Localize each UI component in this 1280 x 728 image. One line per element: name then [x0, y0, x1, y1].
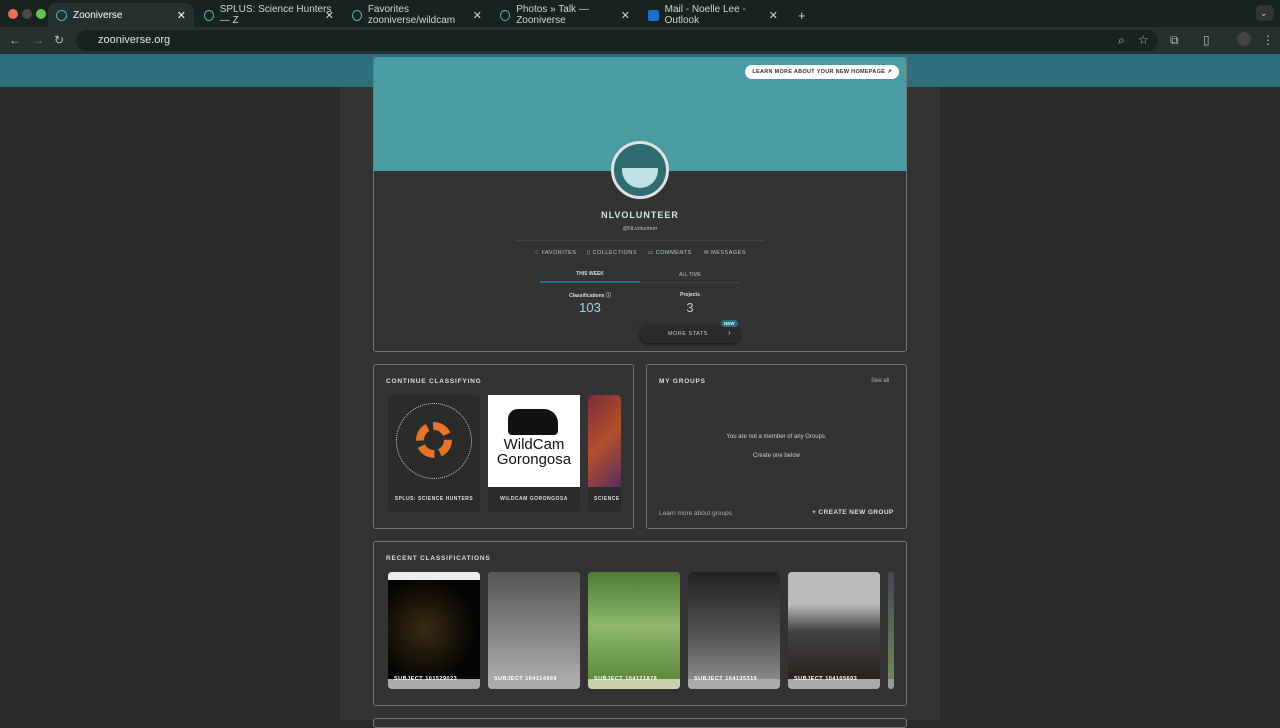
learn-more-homepage-button[interactable]: LEARN MORE ABOUT YOUR NEW HOMEPAGE ↗ [745, 65, 899, 79]
tab-title: Photos » Talk — Zooniverse [516, 4, 589, 26]
projects-label: Projects [680, 292, 700, 298]
more-stats-button[interactable]: MORE STATS › [640, 325, 740, 343]
zooniverse-icon [352, 9, 362, 21]
subject-card[interactable]: SUBJECT 104105603 [788, 572, 880, 689]
close-icon[interactable]: ✕ [177, 9, 186, 22]
profile-avatar[interactable] [1237, 32, 1251, 46]
outlook-icon [648, 9, 659, 21]
comment-icon: ▭ [648, 250, 656, 256]
subject-card[interactable] [888, 572, 894, 689]
groups-create-hint: Create one below [752, 453, 801, 459]
subject-card[interactable]: SUBJECT 101529023 [388, 572, 480, 689]
my-groups-card [646, 364, 907, 529]
classifications-value: 103 [579, 300, 601, 315]
tab-this-week[interactable]: THIS WEEK [540, 271, 640, 277]
subject-card[interactable]: SUBJECT 104135319 [688, 572, 780, 689]
more-stats-label: MORE STATS [668, 331, 708, 337]
menu-icon[interactable]: ⋮ [1262, 33, 1274, 47]
zoom-icon[interactable]: ⌕ [1118, 33, 1125, 48]
splus-logo [388, 395, 480, 487]
tab-title: SPLUS: Science Hunters — Z [219, 4, 332, 26]
wildcam-logo: WildCam Gorongosa [488, 395, 580, 487]
tab-mail[interactable]: Mail - Noelle Lee - Outlook ✕ [640, 3, 786, 27]
address-bar-row: ← → ↻ zooniverse.org ⌕ ☆ ⧉ ▯ ⋮ [0, 27, 1280, 54]
groups-empty-text: You are not a member of any Groups. [726, 434, 827, 440]
subject-card[interactable]: SUBJECT 104121878 [588, 572, 680, 689]
username: @NLvolunteer [622, 226, 658, 232]
close-icon[interactable]: ✕ [621, 9, 630, 22]
new-tab-button[interactable]: + [790, 3, 814, 27]
project-card-science[interactable]: SCIENCE S [588, 395, 621, 512]
tab-title: Zooniverse [73, 9, 123, 21]
tab-menu-chevron-icon[interactable]: ⌄ [1256, 5, 1274, 21]
zooniverse-icon [56, 9, 67, 21]
comments-link[interactable]: ▭ COMMENTS [648, 250, 692, 256]
project-name: SPLUS: SCIENCE HUNTERS [394, 496, 474, 502]
active-tab-indicator [540, 281, 640, 283]
tab-title: Favorites zooniverse/wildcam [367, 4, 456, 26]
avatar [611, 141, 669, 199]
subject-card[interactable]: SUBJECT 104114909 [488, 572, 580, 689]
side-panel-icon[interactable]: ▯ [1203, 33, 1210, 47]
link-label: MESSAGES [711, 250, 747, 256]
display-name: NLVOLUNTEER [601, 210, 679, 220]
url-bar[interactable]: zooniverse.org [76, 30, 1158, 51]
lion-icon [508, 409, 558, 435]
link-label: COMMENTS [655, 250, 692, 256]
close-icon[interactable]: ✕ [769, 9, 778, 22]
extensions-icon[interactable]: ⧉ [1170, 33, 1179, 48]
tab-zooniverse[interactable]: Zooniverse ✕ [48, 3, 194, 27]
link-label: COLLECTIONS [592, 250, 637, 256]
project-image [588, 395, 621, 487]
close-icon[interactable]: ✕ [325, 9, 334, 22]
zooniverse-icon [500, 9, 511, 21]
groups-title: MY GROUPS [659, 378, 706, 385]
recent-title: RECENT CLASSIFICATIONS [386, 555, 491, 562]
reload-icon[interactable]: ↻ [54, 33, 64, 47]
projects-value: 3 [686, 300, 694, 315]
messages-link[interactable]: ✉ MESSAGES [704, 250, 746, 256]
project-card-wildcam[interactable]: WildCam Gorongosa WILDCAM GORONGOSA [488, 395, 580, 512]
classifications-label: Classifications ⓘ [569, 293, 611, 299]
collections-link[interactable]: ▯ COLLECTIONS [587, 250, 637, 256]
chevron-right-icon: › [728, 328, 731, 337]
url-text: zooniverse.org [98, 34, 171, 46]
project-card-splus[interactable]: SPLUS: SCIENCE HUNTERS [388, 395, 480, 512]
tab-favorites[interactable]: Favorites zooniverse/wildcam ✕ [344, 3, 490, 27]
tab-title: Mail - Noelle Lee - Outlook [664, 4, 746, 26]
project-name: WILDCAM GORONGOSA [500, 496, 568, 502]
learn-more-label: LEARN MORE ABOUT YOUR NEW HOMEPAGE [752, 69, 886, 75]
continue-title: CONTINUE CLASSIFYING [386, 378, 482, 385]
forward-icon[interactable]: → [32, 33, 44, 47]
new-badge: NEW [721, 320, 738, 327]
link-label: FAVORITES [541, 250, 577, 256]
info-icon: ⓘ [605, 293, 611, 299]
bookmark-star-icon[interactable]: ☆ [1138, 33, 1149, 47]
see-all-link[interactable]: See all [871, 378, 889, 384]
learn-more-groups-link[interactable]: Learn more about groups [659, 510, 732, 517]
tab-photos[interactable]: Photos » Talk — Zooniverse ✕ [492, 3, 638, 27]
tab-splus[interactable]: SPLUS: Science Hunters — Z ✕ [196, 3, 342, 27]
favorites-link[interactable]: ♡ FAVORITES [534, 250, 576, 256]
create-group-button[interactable]: + CREATE NEW GROUP [812, 509, 894, 516]
zooniverse-icon [204, 9, 214, 21]
project-name: SCIENCE S [594, 496, 621, 502]
tab-all-time[interactable]: ALL TIME [640, 272, 740, 278]
close-icon[interactable]: ✕ [473, 9, 482, 22]
back-icon[interactable]: ← [9, 33, 21, 47]
tab-bar: Zooniverse ✕ SPLUS: Science Hunters — Z ✕ … [0, 0, 1280, 27]
